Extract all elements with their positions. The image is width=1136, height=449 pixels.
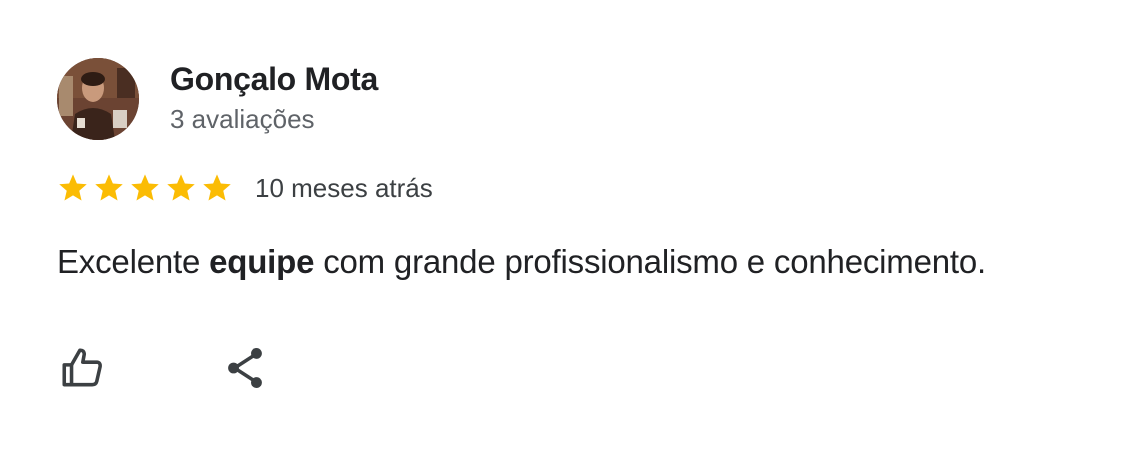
review-text-highlight: equipe <box>209 243 315 280</box>
thumbs-up-icon <box>62 348 102 387</box>
avatar-photo <box>57 58 139 140</box>
star-icon <box>131 174 159 201</box>
star-rating <box>57 172 233 204</box>
star-icon <box>95 174 123 201</box>
star-icon <box>59 174 87 201</box>
star-icon <box>203 174 231 201</box>
review-date: 10 meses atrás <box>255 172 433 203</box>
review-text: Excelente equipe com grande profissional… <box>57 240 986 284</box>
review-text-start: Excelente <box>57 243 210 280</box>
avatar[interactable] <box>57 58 139 140</box>
review-card: Gonçalo Mota 3 avaliações 10 meses atrás… <box>0 0 1136 449</box>
review-text-end: com grande profissionalismo e conhecimen… <box>314 243 986 280</box>
share-icon <box>228 348 262 388</box>
star-icon <box>167 174 195 201</box>
rating-row: 10 meses atrás <box>57 168 433 208</box>
author-name[interactable]: Gonçalo Mota <box>170 60 378 98</box>
author-review-count[interactable]: 3 avaliações <box>170 103 315 135</box>
share-button[interactable] <box>217 340 273 396</box>
like-button[interactable] <box>55 340 111 396</box>
